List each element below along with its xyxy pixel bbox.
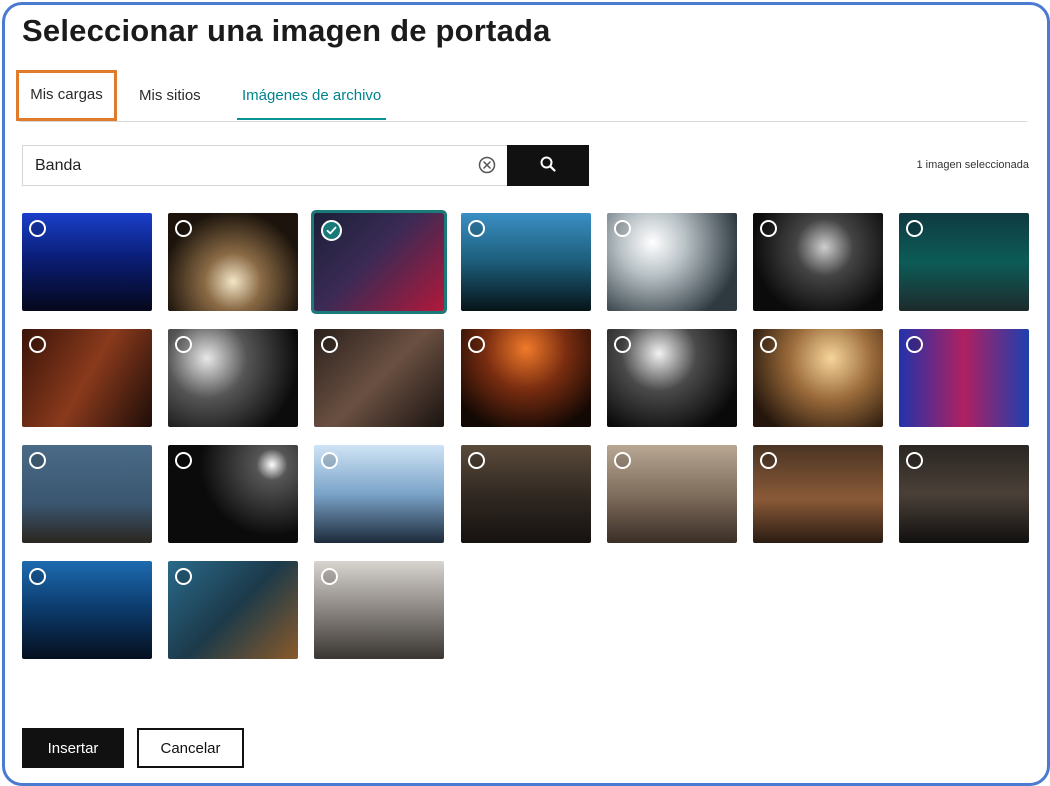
select-circle-icon[interactable] [614,452,631,469]
image-thumbnail[interactable] [461,329,591,427]
image-thumbnail[interactable] [22,329,152,427]
select-circle-icon[interactable] [175,452,192,469]
search-icon [539,155,557,176]
select-circle-icon[interactable] [29,220,46,237]
image-thumbnail[interactable] [168,213,298,311]
tab-mis-sitios[interactable]: Mis sitios [139,71,201,120]
dialog-title: Seleccionar una imagen de portada [22,13,551,48]
search-box [22,145,508,186]
image-thumbnail[interactable] [461,445,591,543]
select-circle-icon[interactable] [29,568,46,585]
select-circle-icon[interactable] [321,568,338,585]
image-thumbnail[interactable] [314,561,444,659]
clear-search-icon[interactable] [478,156,496,174]
select-circle-icon[interactable] [906,336,923,353]
image-thumbnail[interactable] [314,213,444,311]
image-thumbnail[interactable] [461,213,591,311]
image-thumbnail[interactable] [168,561,298,659]
select-circle-icon[interactable] [906,452,923,469]
select-circle-icon[interactable] [29,336,46,353]
image-thumbnail[interactable] [22,561,152,659]
image-thumbnail[interactable] [22,213,152,311]
image-thumbnail[interactable] [899,329,1029,427]
image-thumbnail[interactable] [168,329,298,427]
select-circle-icon[interactable] [468,452,485,469]
tab-imagenes-de-archivo[interactable]: Imágenes de archivo [237,71,387,120]
select-circle-icon[interactable] [175,568,192,585]
select-circle-icon[interactable] [175,336,192,353]
image-thumbnail[interactable] [168,445,298,543]
image-thumbnail[interactable] [314,445,444,543]
image-thumbnail[interactable] [899,213,1029,311]
checkmark-icon[interactable] [321,220,342,241]
select-circle-icon[interactable] [29,452,46,469]
select-circle-icon[interactable] [614,336,631,353]
select-circle-icon[interactable] [760,220,777,237]
dialog: Seleccionar una imagen de portada Mis ca… [2,2,1050,786]
select-circle-icon[interactable] [760,336,777,353]
cancel-button[interactable]: Cancelar [137,728,244,768]
image-thumbnail[interactable] [899,445,1029,543]
image-thumbnail[interactable] [314,329,444,427]
search-input[interactable] [23,146,487,185]
image-thumbnail[interactable] [753,445,883,543]
image-thumbnail[interactable] [607,445,737,543]
search-button[interactable] [507,145,589,186]
image-thumbnail[interactable] [753,213,883,311]
select-circle-icon[interactable] [321,336,338,353]
select-circle-icon[interactable] [760,452,777,469]
image-thumbnail[interactable] [607,213,737,311]
selection-count: 1 imagen seleccionada [916,159,1029,171]
select-circle-icon[interactable] [468,336,485,353]
select-circle-icon[interactable] [468,220,485,237]
image-thumbnail[interactable] [753,329,883,427]
tab-mis-cargas[interactable]: Mis cargas [16,70,117,121]
select-circle-icon[interactable] [321,452,338,469]
insert-button[interactable]: Insertar [22,728,124,768]
image-thumbnail[interactable] [22,445,152,543]
select-circle-icon[interactable] [906,220,923,237]
select-circle-icon[interactable] [614,220,631,237]
tab-bar: Mis cargas Mis sitios Imágenes de archiv… [16,70,1027,122]
select-circle-icon[interactable] [175,220,192,237]
image-thumbnail[interactable] [607,329,737,427]
